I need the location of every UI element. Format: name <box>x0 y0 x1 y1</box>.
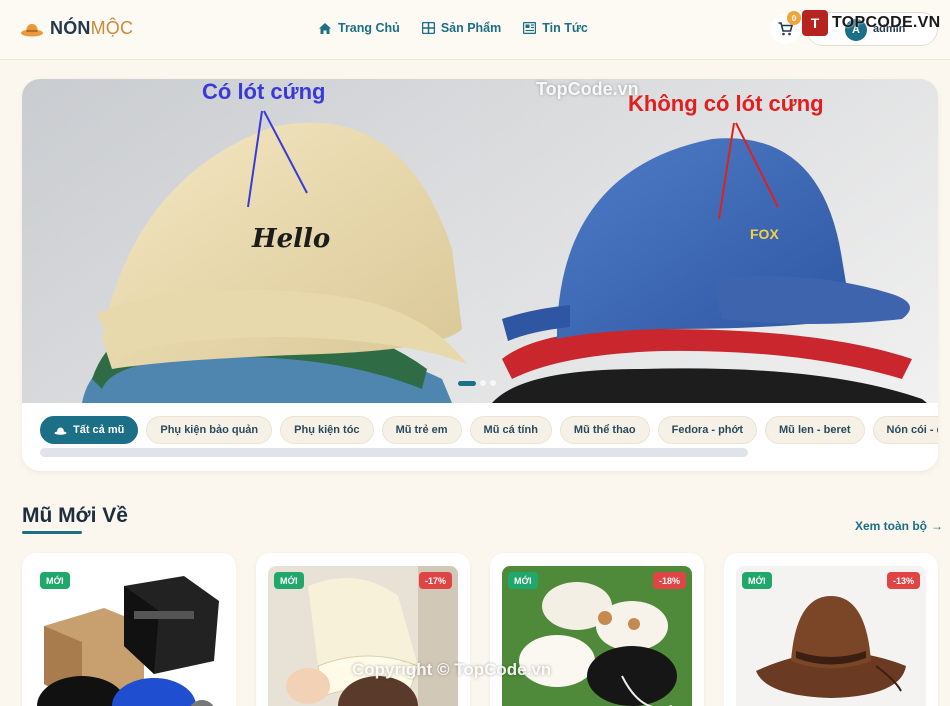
grid-icon <box>421 22 435 34</box>
discount-badge: -13% <box>886 572 920 589</box>
logo-text: NÓNMỘC <box>50 18 134 38</box>
chips-scrollbar[interactable] <box>40 448 748 457</box>
chip-straw-hats[interactable]: Nón cói - đi b <box>872 416 938 444</box>
carousel-dot-1[interactable] <box>458 380 476 386</box>
nav-products[interactable]: Sản Phẩm <box>421 21 502 35</box>
chip-kids-hats[interactable]: Mũ trẻ em <box>381 416 462 444</box>
new-badge: MỚI <box>274 572 304 589</box>
cart-count-badge: 0 <box>787 11 801 25</box>
main-nav: Trang Chủ Sản Phẩm Tin Tức <box>318 21 588 35</box>
site-logo[interactable]: NÓNMỘC <box>20 18 133 39</box>
nav-news[interactable]: Tin Tức <box>523 21 588 35</box>
product-card[interactable]: MỚI -13% <box>724 553 938 706</box>
chip-unique-hats[interactable]: Mũ cá tính <box>469 416 552 444</box>
news-icon <box>523 22 537 34</box>
right-annotation: Không có lót cứng <box>628 91 824 116</box>
product-card[interactable]: MỚI -18% <box>490 553 704 706</box>
nav-products-label: Sản Phẩm <box>440 21 502 35</box>
site-header: NÓNMỘC Trang Chủ Sản Phẩm Tin Tức 0 A ad… <box>0 0 950 60</box>
hero-card: Hello Có lót cứng FOX Không có lót cứng … <box>22 79 938 471</box>
hello-embroidery: Hello <box>251 224 330 254</box>
new-badge: MỚI <box>742 572 772 589</box>
chip-all-hats[interactable]: Tất cả mũ <box>40 416 139 444</box>
left-annotation: Có lót cứng <box>202 79 325 104</box>
hat-icon <box>54 427 67 435</box>
category-chips: Tất cả mũ Phụ kiện bảo quản Phụ kiện tóc… <box>40 416 938 444</box>
nav-home-label: Trang Chủ <box>338 21 400 35</box>
product-card[interactable]: MỚI <box>22 553 236 706</box>
copyright-watermark: Copyright © TopCode.vn <box>352 660 552 679</box>
nav-news-label: Tin Tức <box>542 21 588 35</box>
fox-embroidery: FOX <box>750 226 779 242</box>
chip-hair-accessories[interactable]: Phụ kiện tóc <box>280 416 374 444</box>
arrow-right-icon: → <box>931 519 944 533</box>
hero-banner-image[interactable]: Hello Có lót cứng FOX Không có lót cứng <box>22 79 938 403</box>
discount-badge: -17% <box>418 572 452 589</box>
chip-label: Tất cả mũ <box>73 424 125 436</box>
nav-home[interactable]: Trang Chủ <box>318 21 400 35</box>
chip-fedora[interactable]: Fedora - phớt <box>657 416 758 444</box>
chip-beret[interactable]: Mũ len - beret <box>765 416 865 444</box>
carousel-dot-2[interactable] <box>480 380 486 386</box>
topcode-watermark: T TOPCODE.VN <box>802 10 941 36</box>
section-title: Mũ Mới Về <box>22 504 128 527</box>
topcode-text: TOPCODE.VN <box>832 14 941 31</box>
see-all-label: Xem toàn bộ <box>855 519 928 533</box>
see-all-link[interactable]: Xem toàn bộ → <box>855 519 943 533</box>
new-badge: MỚI <box>40 572 70 589</box>
hat-logo-icon <box>21 23 43 36</box>
chip-storage-accessories[interactable]: Phụ kiện bảo quản <box>146 416 273 444</box>
chip-sport-hats[interactable]: Mũ thể thao <box>559 416 650 444</box>
topcode-watermark-mid: TopCode.vn <box>536 79 639 99</box>
topcode-badge: T <box>802 10 828 36</box>
carousel-dots <box>458 380 496 386</box>
section-underline <box>22 531 82 534</box>
carousel-dot-3[interactable] <box>490 380 496 386</box>
new-badge: MỚI <box>508 572 538 589</box>
discount-badge: -18% <box>652 572 686 589</box>
product-card[interactable]: MỚI -17% <box>256 553 470 706</box>
home-icon <box>319 22 331 34</box>
